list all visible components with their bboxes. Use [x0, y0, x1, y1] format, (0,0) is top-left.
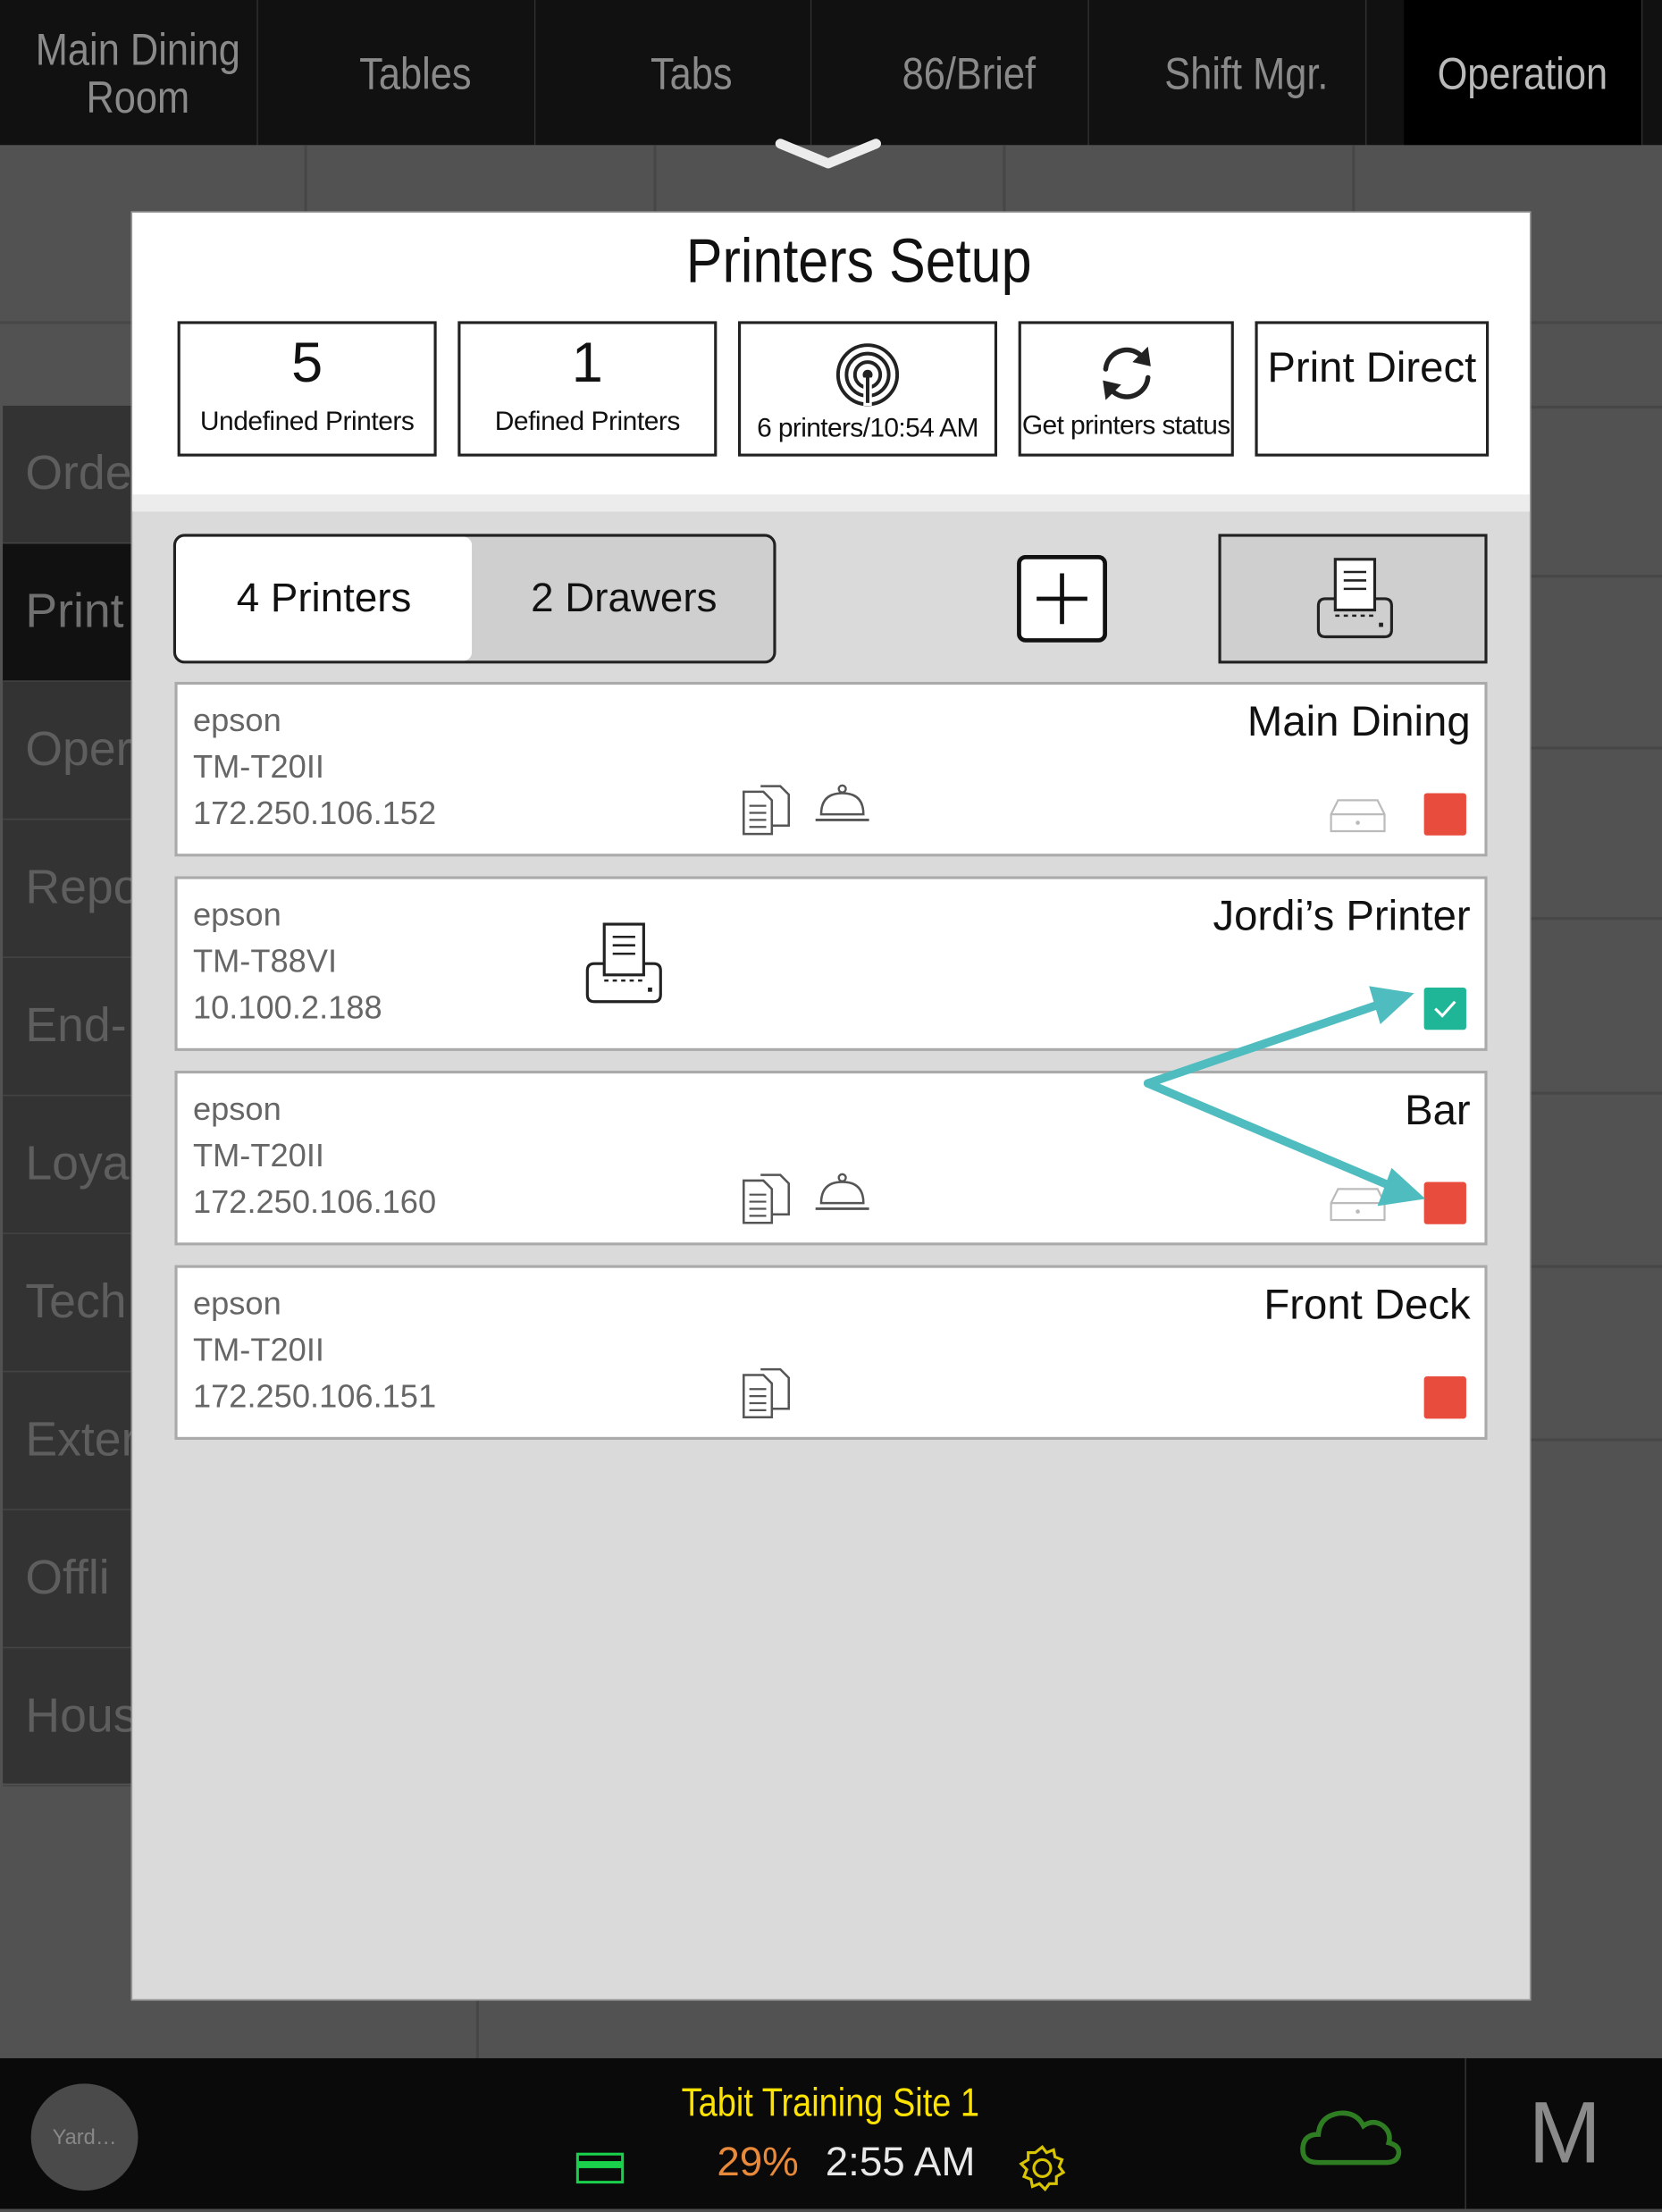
printer-name: Front Deck [1263, 1282, 1471, 1329]
printer-brand: epson [192, 701, 281, 738]
document-icon [743, 1173, 790, 1224]
tab-operation[interactable]: Operation [1404, 0, 1643, 146]
printer-ip: 10.100.2.188 [192, 988, 382, 1026]
side-menu-item-reports[interactable]: Repo [3, 820, 144, 958]
clock: 2:55 AM [825, 2140, 976, 2185]
top-nav: Main Dining Room Tables Tabs 86/Brief Sh… [0, 0, 1662, 146]
scan-status-label: 6 printers/10:54 AM [757, 414, 978, 444]
add-printer-button[interactable] [1017, 555, 1107, 643]
printer-status-toggle[interactable] [1423, 1182, 1466, 1224]
printer-icon [1316, 558, 1393, 639]
segment-drawers[interactable]: 2 Drawers [472, 537, 773, 661]
broadcast-icon [835, 343, 900, 407]
printer-icon [585, 922, 662, 1004]
undefined-printers-count: 5 [291, 332, 323, 395]
drawer-icon [1330, 799, 1386, 833]
printer-model: TM-T20II [192, 1331, 324, 1368]
side-menu-item-loyalty[interactable]: Loya [3, 1096, 144, 1234]
drawer-icon [1330, 1188, 1386, 1222]
printers-drawers-toggle: 4 Printers 2 Drawers [172, 534, 776, 664]
tab-tabs[interactable]: Tabs [574, 0, 812, 146]
side-menu-item-external[interactable]: Exter [3, 1372, 144, 1510]
printer-brand: epson [192, 1090, 281, 1128]
checkmark-icon [1434, 1000, 1456, 1018]
print-direct-button[interactable]: Print Direct [1255, 321, 1490, 457]
get-printers-status-button[interactable]: Get printers status [1018, 321, 1234, 457]
document-icon [743, 785, 790, 836]
side-menu-item-end-of-day[interactable]: End- [3, 958, 144, 1097]
modal-header: Printers Setup 5 Undefined Printers 1 De… [132, 213, 1530, 512]
test-print-button[interactable] [1218, 534, 1488, 664]
side-menu-item-house[interactable]: Hous [3, 1648, 144, 1787]
undefined-printers-button[interactable]: 5 Undefined Printers [177, 321, 437, 457]
battery-percentage: 29% [717, 2140, 799, 2185]
printer-status-toggle[interactable] [1423, 987, 1466, 1030]
printer-brand: epson [192, 896, 281, 933]
printer-status-toggle[interactable] [1423, 1376, 1466, 1419]
side-menu-item-operation[interactable]: Oper [3, 682, 144, 820]
printer-status-toggle[interactable] [1423, 793, 1466, 836]
printer-model: TM-T20II [192, 1137, 324, 1174]
printer-name: Main Dining [1246, 698, 1471, 745]
side-menu-item-offline[interactable]: Offli [3, 1510, 144, 1649]
plus-icon [1037, 573, 1087, 625]
refresh-icon [1102, 346, 1151, 400]
side-menu: Orde Print Oper Repo End- Loya Tech Exte… [3, 405, 144, 1787]
bottom-bar: Yard… Tabit Training Site 1 29% 2:55 AM … [0, 2057, 1662, 2209]
get-printers-status-label: Get printers status [1021, 411, 1230, 442]
printer-card-bar[interactable]: epson TM-T20II 172.250.106.160 Bar [174, 1070, 1488, 1246]
printer-name: Bar [1405, 1087, 1471, 1134]
tab-shift-mgr[interactable]: Shift Mgr. [1128, 0, 1366, 146]
printer-brand: epson [192, 1284, 281, 1322]
defined-printers-label: Defined Printers [494, 407, 681, 437]
tab-main-dining-room[interactable]: Main Dining Room [20, 0, 258, 146]
printer-card-main-dining[interactable]: epson TM-T20II 172.250.106.152 Main Dini… [174, 681, 1488, 857]
card-reader-icon [575, 2152, 625, 2184]
side-menu-item-orders[interactable]: Orde [3, 406, 144, 544]
printer-ip: 172.250.106.151 [192, 1377, 437, 1415]
printer-ip: 172.250.106.160 [192, 1183, 437, 1221]
gear-icon[interactable] [1017, 2143, 1068, 2194]
chevron-down-icon[interactable] [772, 135, 885, 177]
printer-card-jordis-printer[interactable]: epson TM-T88VI 10.100.2.188 Jordi’s Prin… [174, 876, 1488, 1051]
scan-printers-button[interactable]: 6 printers/10:54 AM [737, 321, 998, 457]
profile-menu-button[interactable]: M [1465, 2057, 1662, 2209]
printer-name: Jordi’s Printer [1213, 893, 1471, 940]
printers-setup-modal: Printers Setup 5 Undefined Printers 1 De… [130, 211, 1532, 2001]
side-menu-item-tech[interactable]: Tech [3, 1234, 144, 1373]
defined-printers-button[interactable]: 1 Defined Printers [457, 321, 718, 457]
bell-icon [815, 1173, 869, 1210]
tab-86-brief[interactable]: 86/Brief [851, 0, 1089, 146]
document-icon [743, 1367, 790, 1419]
printer-ip: 172.250.106.152 [192, 795, 437, 832]
printer-model: TM-T20II [192, 748, 324, 785]
undefined-printers-label: Undefined Printers [199, 407, 415, 437]
printer-model: TM-T88VI [192, 942, 338, 980]
modal-title: Printers Setup [685, 226, 1032, 297]
tab-tables[interactable]: Tables [297, 0, 535, 146]
bell-icon [815, 784, 869, 821]
printer-card-front-deck[interactable]: epson TM-T20II 172.250.106.151 Front Dec… [174, 1265, 1488, 1440]
side-menu-item-printers[interactable]: Print [3, 543, 144, 682]
defined-printers-count: 1 [571, 332, 603, 395]
segment-printers[interactable]: 4 Printers [176, 536, 473, 661]
cloud-icon[interactable] [1298, 2100, 1403, 2168]
print-direct-label: Print Direct [1267, 345, 1477, 392]
app-screen: Main Dining Room Tables Tabs 86/Brief Sh… [0, 0, 1662, 2209]
